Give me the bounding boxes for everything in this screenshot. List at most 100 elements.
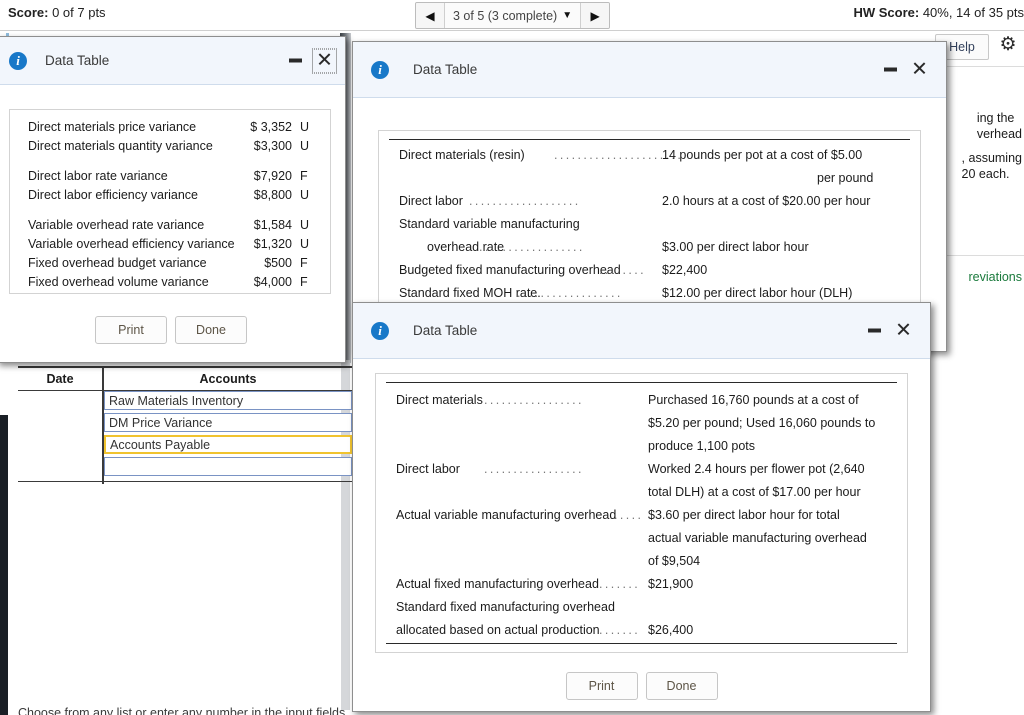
- question-selector[interactable]: 3 of 5 (3 complete) ▼: [445, 3, 581, 28]
- data-table-row: Direct materials................. Purchas…: [386, 393, 897, 416]
- top-toolbar: Score: 0 of 7 pts ◀ 3 of 5 (3 complete) …: [0, 0, 1024, 31]
- dotted-leader: .................: [484, 462, 584, 476]
- minimize-icon[interactable]: [884, 67, 897, 72]
- variance-row: Direct labor efficiency variance $8,800 U: [20, 188, 320, 207]
- done-button[interactable]: Done: [175, 316, 247, 344]
- question-text-line: , assuming: [961, 151, 1022, 165]
- gear-icon[interactable]: ⚙: [997, 34, 1019, 56]
- panel-divider-top: [934, 66, 1024, 67]
- data-table-dialog-variances[interactable]: i Data Table ✕ Direct materials price va…: [0, 36, 346, 363]
- variance-label: Direct materials price variance: [28, 120, 197, 134]
- data-table-row: Direct labor................... 2.0 hours…: [389, 194, 910, 217]
- variance-row: Variable overhead rate variance $1,584 U: [20, 218, 320, 237]
- question-navigation: ◀ 3 of 5 (3 complete) ▼ ▶: [415, 2, 611, 29]
- dialog3-footer: Print Done: [353, 671, 930, 701]
- journal-entry-table: Date Accounts Raw Materials Inventory DM …: [18, 366, 352, 484]
- dotted-leader: .......: [599, 577, 641, 591]
- dialog1-titlebar[interactable]: i Data Table ✕: [0, 37, 345, 85]
- question-text-line: ing the: [976, 111, 1015, 125]
- variance-row: Fixed overhead volume variance $4,000 F: [20, 275, 320, 294]
- print-button[interactable]: Print: [95, 316, 167, 344]
- done-button-label: Done: [196, 323, 226, 337]
- journal-account-input[interactable]: DM Price Variance: [104, 413, 352, 432]
- data-table-row-value: 2.0 hours at a cost of $20.00 per hour: [662, 194, 871, 208]
- minimize-icon[interactable]: [289, 58, 302, 63]
- info-icon: i: [371, 321, 389, 340]
- variance-amount: $ 3,352: [250, 120, 292, 134]
- variance-flag: U: [300, 237, 310, 251]
- journal-account-value: Raw Materials Inventory: [109, 393, 244, 408]
- dialog3-table: Direct materials................. Purchas…: [375, 373, 908, 653]
- instruction-note: Choose from any list or enter any number…: [18, 706, 346, 715]
- done-button-label: Done: [666, 679, 697, 693]
- journal-account-input[interactable]: Raw Materials Inventory: [104, 391, 352, 410]
- dialog3-titlebar[interactable]: i Data Table ✕: [353, 303, 930, 359]
- dotted-leader: .......: [599, 623, 641, 637]
- data-table-row-value: of $9,504: [648, 554, 701, 568]
- variance-row: Variable overhead efficiency variance $1,…: [20, 237, 320, 256]
- data-table-row: produce 1,100 pots: [386, 439, 897, 462]
- variance-label: Fixed overhead budget variance: [28, 256, 207, 270]
- variance-amount: $500: [264, 256, 292, 270]
- close-icon[interactable]: ✕: [312, 48, 337, 73]
- close-icon[interactable]: ✕: [911, 59, 928, 79]
- print-button-label: Print: [118, 323, 144, 337]
- variance-row: Direct materials quantity variance $3,300…: [20, 139, 320, 158]
- score-value: 0 of 7 pts: [48, 5, 106, 20]
- journal-account-input[interactable]: [104, 457, 352, 476]
- data-table-row: Standard variable manufacturing: [389, 217, 910, 240]
- data-table-row-label: allocated based on actual production: [396, 623, 600, 637]
- done-button[interactable]: Done: [645, 672, 718, 700]
- dialog1-variance-rows: Direct materials price variance $ 3,352 U D…: [20, 120, 320, 289]
- data-table-dialog-actuals[interactable]: i Data Table ✕ Direct materials.........…: [352, 302, 931, 712]
- score-label: Score:: [8, 5, 49, 20]
- variance-flag: F: [300, 256, 308, 270]
- question-text-line: verhead: [976, 127, 1022, 141]
- journal-col-date: Date: [46, 372, 74, 386]
- data-table-row-value: $3.00 per direct labor hour: [662, 240, 809, 254]
- data-table-row-label: Budgeted fixed manufacturing overhead: [399, 263, 621, 277]
- journal-body: Raw Materials Inventory DM Price Variance…: [104, 391, 352, 479]
- variance-label: Variable overhead rate variance: [28, 218, 205, 232]
- row-spacer: [20, 158, 320, 169]
- variance-flag: F: [300, 275, 308, 289]
- minimize-icon[interactable]: [868, 328, 881, 333]
- dialog3-actual-rows: Direct materials................. Purchas…: [386, 382, 897, 644]
- left-triangle-icon[interactable]: ◀: [416, 3, 445, 28]
- screen-root: Help ⚙ ing the verhead , assuming 20 eac…: [0, 0, 1024, 715]
- row-spacer: [20, 207, 320, 218]
- variance-row: Direct materials price variance $ 3,352 U: [20, 120, 320, 139]
- variance-flag: U: [300, 188, 310, 202]
- dialog1-footer: Print Done: [0, 315, 345, 345]
- data-table-row-value: $26,400: [648, 623, 694, 637]
- data-table-row-label: Direct materials: [396, 393, 483, 407]
- journal-bottom-rule: [18, 480, 352, 482]
- dialog2-titlebar[interactable]: i Data Table ✕: [353, 42, 946, 98]
- print-button-label: Print: [588, 679, 615, 693]
- data-table-row-value: $12.00 per direct labor hour (DLH): [662, 286, 853, 300]
- data-table-row-value: $3.60 per direct labor hour for total: [648, 508, 840, 522]
- data-table-row-value: Worked 2.4 hours per flower pot (2,640: [648, 462, 865, 476]
- variance-flag: U: [300, 120, 310, 134]
- variance-amount: $1,320: [253, 237, 292, 251]
- data-table-row-value: total DLH) at a cost of $17.00 per hour: [648, 485, 861, 499]
- print-button[interactable]: Print: [565, 672, 638, 700]
- right-triangle-icon[interactable]: ▶: [580, 3, 610, 28]
- page-left-edge-dark: [0, 415, 8, 715]
- close-icon[interactable]: ✕: [895, 320, 912, 340]
- variance-amount: $8,800: [253, 188, 292, 202]
- data-table-row: $5.20 per pound; Used 16,060 pounds to: [386, 416, 897, 439]
- data-table-row-value: produce 1,100 pots: [648, 439, 756, 453]
- data-table-row: Direct labor................. Worked 2.4 …: [386, 462, 897, 485]
- dotted-leader: ........: [599, 263, 646, 277]
- journal-account-input[interactable]: Accounts Payable: [104, 435, 352, 454]
- score-display: Score: 0 of 7 pts: [8, 5, 106, 20]
- data-table-row-label: Direct materials (resin): [399, 148, 525, 162]
- variance-row: Fixed overhead budget variance $500 F: [20, 256, 320, 275]
- data-table-row: Direct materials (resin)................…: [389, 148, 910, 171]
- abbreviations-link[interactable]: reviations: [969, 270, 1023, 284]
- dotted-leader: ..................: [517, 286, 623, 300]
- variance-amount: $7,920: [253, 169, 292, 183]
- data-table-row-label: Direct labor: [396, 462, 460, 476]
- variance-flag: U: [300, 139, 310, 153]
